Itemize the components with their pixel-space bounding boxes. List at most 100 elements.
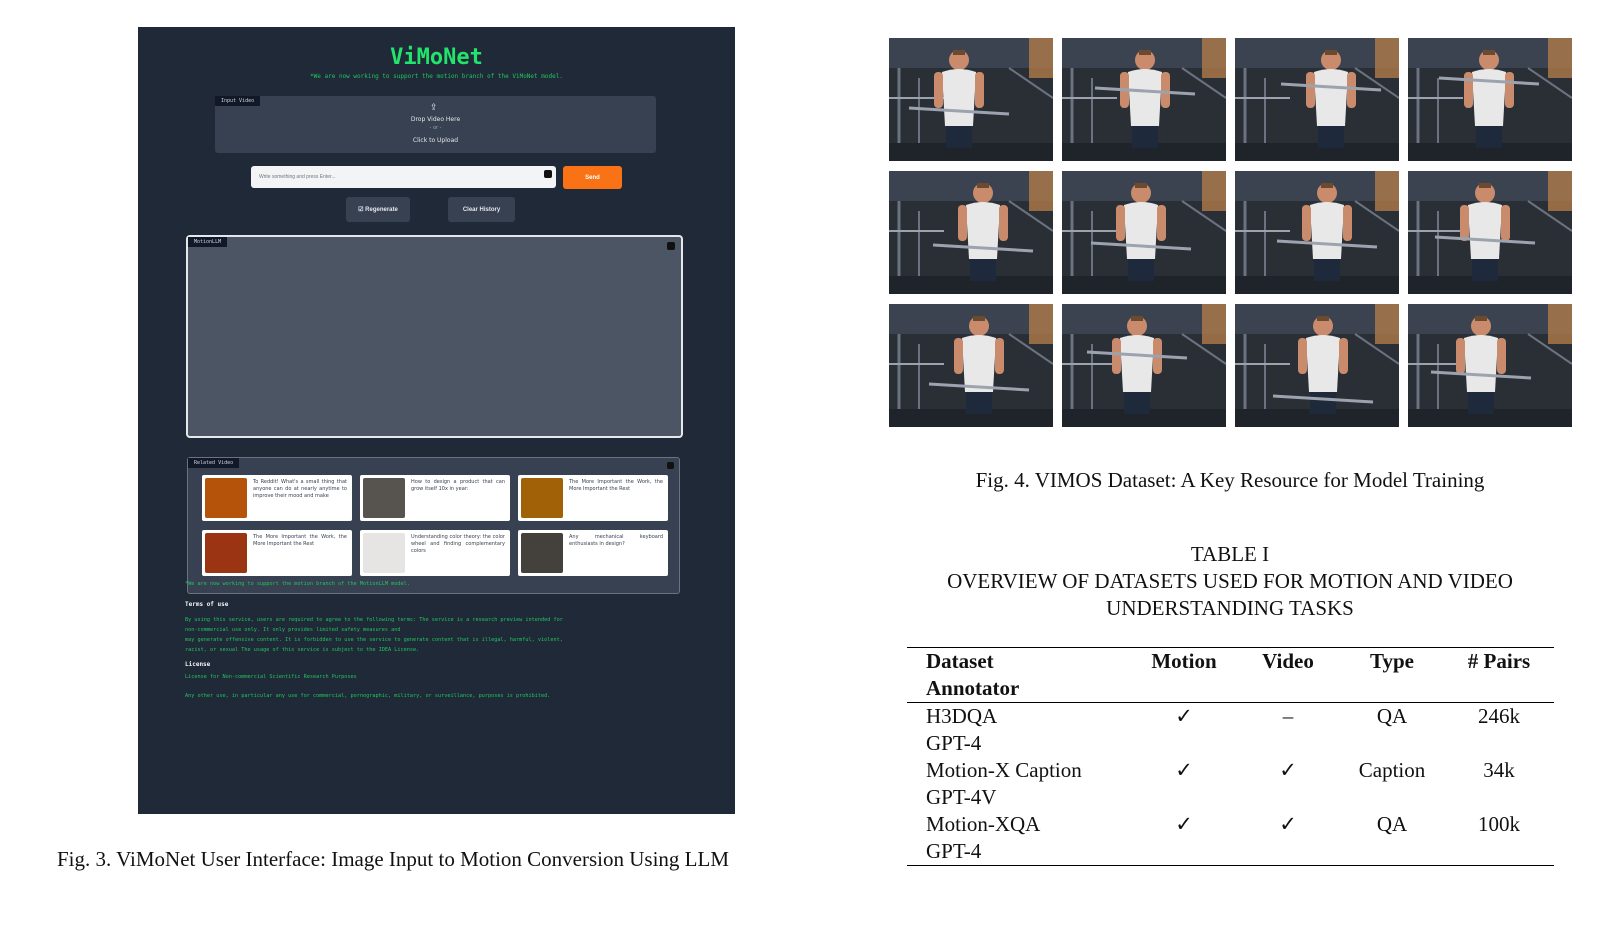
- video-frame: [1062, 171, 1226, 294]
- video-upload-area[interactable]: Input Video ⇪ Drop Video Here - or - Cli…: [215, 96, 656, 153]
- related-video-panel: Related Video To Reddit! What's a small …: [187, 457, 680, 594]
- cell-annotator: GPT-4: [926, 731, 982, 755]
- terms-title: Terms of use: [185, 601, 229, 608]
- table-title-line2: UNDERSTANDING TASKS: [1106, 596, 1354, 620]
- cell-dataset-name: Motion-XQA: [926, 812, 1041, 836]
- other-use-text: Any other use, in particular any use for…: [185, 693, 551, 699]
- related-video-title[interactable]: How to design a product that can grow it…: [411, 479, 505, 517]
- video-frame: [1062, 38, 1226, 161]
- table-row: H3DQA GPT-4 ✓ – QA 246k: [907, 703, 1554, 758]
- cell-annotator: GPT-4V: [926, 785, 997, 809]
- upload-click-text: Click to Upload: [412, 137, 459, 144]
- related-video-card[interactable]: Understanding color theory: the color wh…: [360, 530, 510, 576]
- input-mode-icon[interactable]: [544, 170, 552, 178]
- video-frame: [1235, 38, 1399, 161]
- ui-notice-bottom: *We are now working to support the motio…: [185, 581, 410, 587]
- cell-pairs: 34k: [1483, 758, 1515, 782]
- frame-image: [1062, 38, 1226, 161]
- table-row: Motion-XQA GPT-4 ✓ ✓ QA 100k: [907, 811, 1554, 866]
- related-video-card[interactable]: Any mechanical keyboard enthusiasts in d…: [518, 530, 668, 576]
- regenerate-button[interactable]: ☑ Regenerate: [346, 197, 410, 222]
- terms-line-4: racist, or sexual The usage of this serv…: [185, 647, 420, 653]
- related-video-title[interactable]: Any mechanical keyboard enthusiasts in d…: [569, 534, 663, 572]
- related-video-thumbnail[interactable]: [521, 533, 563, 573]
- table-title: OVERVIEW OF DATASETS USED FOR MOTION AND…: [880, 568, 1580, 622]
- related-menu-icon[interactable]: [667, 462, 674, 469]
- license-text: License for Non-commercial Scientific Re…: [185, 674, 357, 680]
- header-annotator-label: Annotator: [926, 676, 1020, 700]
- related-video-thumbnail[interactable]: [205, 478, 247, 518]
- video-frame: [1408, 304, 1572, 427]
- fig4-caption: Fig. 4. VIMOS Dataset: A Key Resource fo…: [975, 468, 1485, 492]
- upload-or-text: - or -: [429, 125, 442, 131]
- vimos-frame-grid: [889, 38, 1576, 427]
- related-video-card[interactable]: To Reddit! What's a small thing that any…: [202, 475, 352, 521]
- video-frame: [889, 38, 1053, 161]
- video-frame: [1235, 304, 1399, 427]
- frame-image: [1062, 304, 1226, 427]
- chatbox-tag: MotionLLM: [188, 237, 228, 247]
- datasets-table: Dataset Annotator Motion Video Type # Pa…: [907, 647, 1554, 866]
- ui-notice-top: *We are now working to support the motio…: [310, 73, 563, 80]
- video-frame: [1062, 304, 1226, 427]
- frame-image: [1408, 171, 1572, 294]
- related-video-title[interactable]: To Reddit! What's a small thing that any…: [253, 479, 347, 517]
- video-frame: [889, 171, 1053, 294]
- ui-title: ViMoNet: [390, 45, 483, 70]
- related-video-thumbnail[interactable]: [363, 478, 405, 518]
- cell-dataset: H3DQA GPT-4: [907, 703, 1132, 758]
- cell-dataset-name: Motion-X Caption: [926, 758, 1082, 782]
- cell-motion: ✓: [1175, 758, 1193, 782]
- header-dataset-label: Dataset: [926, 649, 994, 673]
- frame-image: [1408, 38, 1572, 161]
- video-frame: [1408, 171, 1572, 294]
- table-header-row: Dataset Annotator Motion Video Type # Pa…: [907, 647, 1554, 703]
- cell-pairs: 100k: [1478, 812, 1520, 836]
- video-frame: [889, 304, 1053, 427]
- terms-line-1: By using this service, users are require…: [185, 617, 563, 623]
- fig3-caption: Fig. 3. ViMoNet User Interface: Image In…: [57, 847, 729, 871]
- chat-input[interactable]: [251, 166, 556, 188]
- header-dataset: Dataset Annotator: [907, 648, 1132, 703]
- frame-image: [1408, 304, 1572, 427]
- chatbox-menu-icon[interactable]: [667, 242, 675, 250]
- video-frame: [1408, 38, 1572, 161]
- cell-video: ✓: [1279, 758, 1297, 782]
- upload-drop-text: Drop Video Here: [410, 116, 461, 123]
- related-video-title[interactable]: The More Important the Work, the More Im…: [569, 479, 663, 517]
- frame-image: [1235, 304, 1399, 427]
- cell-type: QA: [1376, 704, 1408, 728]
- cell-dataset-name: H3DQA: [926, 704, 998, 728]
- vimonet-ui-screenshot: ViMoNet *We are now working to support t…: [138, 27, 735, 814]
- header-video: Video: [1262, 649, 1314, 673]
- frame-image: [889, 304, 1053, 427]
- cell-pairs: 246k: [1478, 704, 1520, 728]
- related-video-title[interactable]: The More Important the Work, the More Im…: [253, 534, 347, 572]
- related-video-card[interactable]: The More Important the Work, the More Im…: [202, 530, 352, 576]
- related-video-title[interactable]: Understanding color theory: the color wh…: [411, 534, 505, 572]
- cell-motion: ✓: [1175, 812, 1193, 836]
- related-video-thumbnail[interactable]: [205, 533, 247, 573]
- table-row: Motion-X Caption GPT-4V ✓ ✓ Caption 34k: [907, 757, 1554, 811]
- send-button[interactable]: Send: [563, 166, 622, 189]
- cell-video: –: [1282, 704, 1294, 728]
- header-motion: Motion: [1151, 649, 1217, 673]
- cell-dataset: Motion-XQA GPT-4: [907, 811, 1132, 866]
- frame-image: [1235, 171, 1399, 294]
- cell-video: ✓: [1279, 812, 1297, 836]
- cell-motion: ✓: [1175, 704, 1193, 728]
- chatbot-panel: MotionLLM: [186, 235, 683, 438]
- related-video-card[interactable]: How to design a product that can grow it…: [360, 475, 510, 521]
- related-video-card[interactable]: The More Important the Work, the More Im…: [518, 475, 668, 521]
- frame-image: [1235, 38, 1399, 161]
- header-pairs: # Pairs: [1467, 649, 1531, 673]
- frame-image: [889, 171, 1053, 294]
- cell-annotator: GPT-4: [926, 839, 982, 863]
- cell-dataset: Motion-X Caption GPT-4V: [907, 757, 1132, 811]
- terms-line-3: may generate offensive content. It is fo…: [185, 637, 563, 643]
- video-frame: [1235, 171, 1399, 294]
- clear-history-button[interactable]: Clear History: [448, 197, 515, 222]
- related-video-thumbnail[interactable]: [363, 533, 405, 573]
- related-video-thumbnail[interactable]: [521, 478, 563, 518]
- cell-type: Caption: [1358, 758, 1426, 782]
